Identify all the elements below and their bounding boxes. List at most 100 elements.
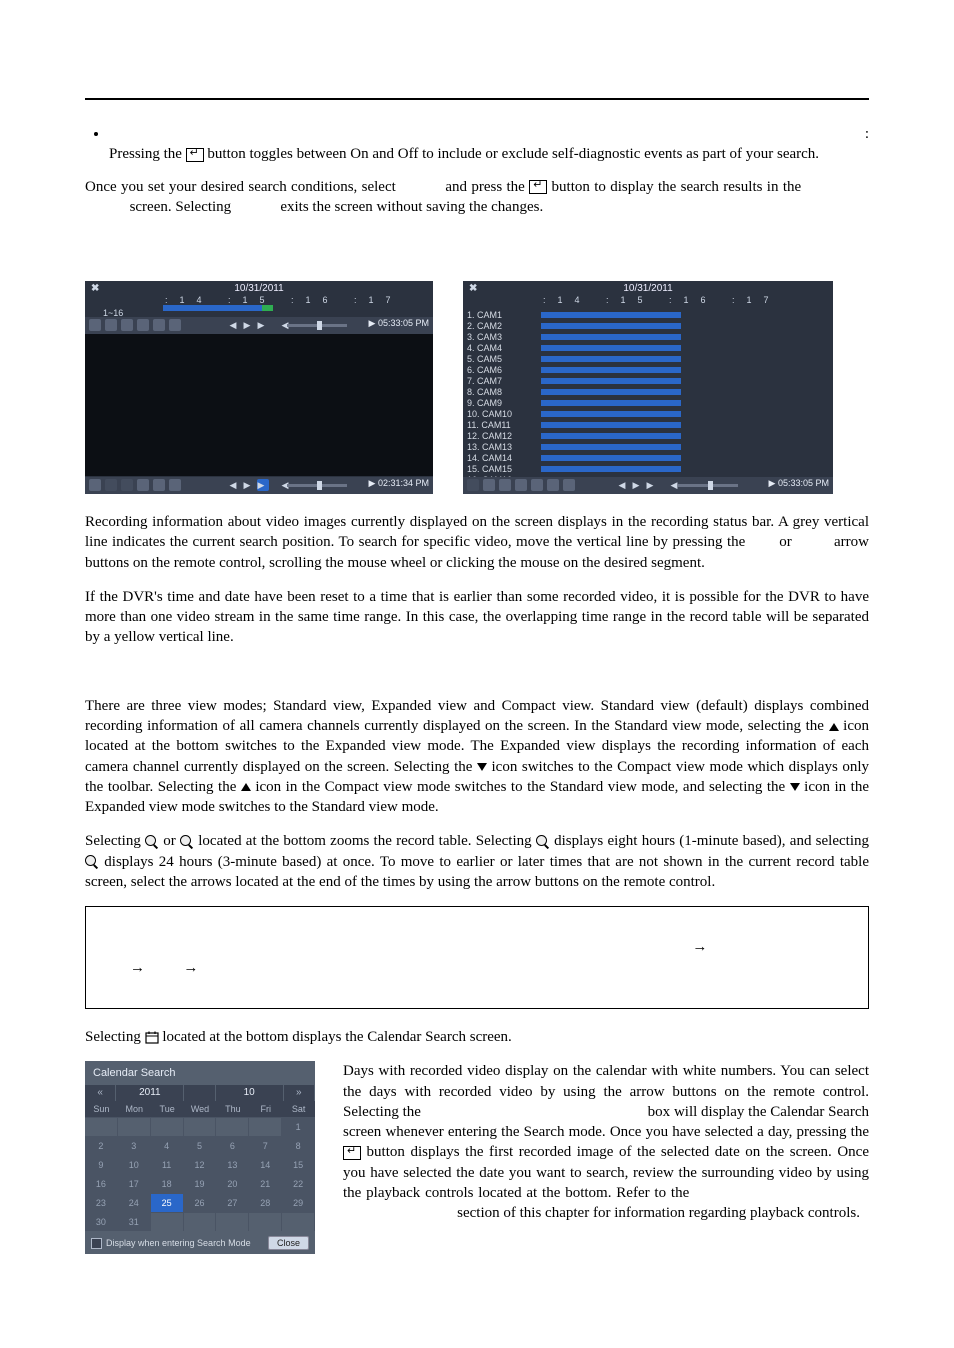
camera-record-bar[interactable] xyxy=(541,323,681,329)
camera-row[interactable]: 9. CAM9 xyxy=(463,397,833,408)
display-on-search-checkbox[interactable]: Display when entering Search Mode xyxy=(91,1238,251,1249)
collapse-up-icon[interactable] xyxy=(89,479,101,491)
camera-record-bar[interactable] xyxy=(541,422,681,428)
zoom-in-icon[interactable] xyxy=(499,479,511,491)
expand-down-icon[interactable] xyxy=(105,319,117,331)
camera-record-bar[interactable] xyxy=(541,411,681,417)
calendar-day[interactable]: 17 xyxy=(118,1174,151,1193)
calendar-day[interactable]: 28 xyxy=(249,1193,282,1212)
camera-row[interactable]: 4. CAM4 xyxy=(463,342,833,353)
calendar-prev-month[interactable] xyxy=(184,1085,215,1101)
calendar-year[interactable]: 2011 xyxy=(116,1085,184,1101)
calendar-day[interactable]: 22 xyxy=(282,1174,315,1193)
calendar-day[interactable]: 19 xyxy=(184,1174,217,1193)
calendar-day[interactable]: 8 xyxy=(282,1136,315,1155)
calendar-day[interactable]: 10 xyxy=(118,1155,151,1174)
collapse-up-icon[interactable] xyxy=(89,319,101,331)
calendar-day[interactable]: 7 xyxy=(249,1136,282,1155)
close-icon[interactable]: ✖ xyxy=(91,283,99,294)
camera-row[interactable]: 12. CAM12 xyxy=(463,430,833,441)
camera-record-bar[interactable] xyxy=(541,356,681,362)
rewind-icon[interactable]: ◀ xyxy=(228,479,238,491)
camera-row[interactable]: 6. CAM6 xyxy=(463,364,833,375)
calendar-day[interactable]: 30 xyxy=(85,1212,118,1231)
camera-row[interactable]: 7. CAM7 xyxy=(463,375,833,386)
calendar-day[interactable]: 5 xyxy=(184,1136,217,1155)
camera-record-bar[interactable] xyxy=(541,433,681,439)
play-icon[interactable]: ▶ xyxy=(631,479,641,491)
calendar-day[interactable]: 31 xyxy=(118,1212,151,1231)
star-icon[interactable] xyxy=(169,319,181,331)
speed-slider[interactable] xyxy=(287,324,347,327)
calendar-day[interactable]: 13 xyxy=(216,1155,249,1174)
step-icon[interactable]: ▶ xyxy=(256,319,266,331)
camera-record-bar[interactable] xyxy=(541,367,681,373)
camera-row[interactable]: 5. CAM5 xyxy=(463,353,833,364)
calendar-prev-year[interactable]: « xyxy=(85,1085,116,1101)
star-icon[interactable] xyxy=(563,479,575,491)
camera-row[interactable]: 11. CAM11 xyxy=(463,419,833,430)
calendar-day[interactable]: 15 xyxy=(282,1155,315,1174)
speed-slider[interactable] xyxy=(678,484,738,487)
camera-record-bar[interactable] xyxy=(541,400,681,406)
calendar-day[interactable]: 16 xyxy=(85,1174,118,1193)
calendar-day[interactable]: 12 xyxy=(184,1155,217,1174)
calendar-icon[interactable] xyxy=(531,479,543,491)
camera-record-bar[interactable] xyxy=(541,345,681,351)
zoom-in-icon[interactable] xyxy=(121,319,133,331)
camera-row[interactable]: 8. CAM8 xyxy=(463,386,833,397)
calendar-day[interactable]: 3 xyxy=(118,1136,151,1155)
calendar-day[interactable]: 2 xyxy=(85,1136,118,1155)
calendar-day[interactable]: 9 xyxy=(85,1155,118,1174)
camera-record-bar[interactable] xyxy=(541,334,681,340)
camera-row[interactable]: 15. CAM15 xyxy=(463,463,833,474)
calendar-icon[interactable] xyxy=(137,479,149,491)
checkbox-icon[interactable] xyxy=(91,1238,102,1249)
camera-row[interactable]: 1. CAM1 xyxy=(463,309,833,320)
calendar-day[interactable]: 26 xyxy=(184,1193,217,1212)
close-icon[interactable]: ✖ xyxy=(469,283,477,294)
zoom-out-icon[interactable] xyxy=(515,479,527,491)
calendar-close-button[interactable]: Close xyxy=(268,1236,309,1250)
calendar-icon[interactable] xyxy=(137,319,149,331)
calendar-day[interactable]: 4 xyxy=(151,1136,184,1155)
play-icon[interactable]: ▶ xyxy=(242,319,252,331)
calendar-day[interactable]: 27 xyxy=(216,1193,249,1212)
rewind-icon[interactable]: ◀ xyxy=(228,319,238,331)
camera-record-bar[interactable] xyxy=(541,444,681,450)
camera-record-bar[interactable] xyxy=(541,312,681,318)
speed-slider[interactable] xyxy=(287,484,347,487)
camera-row[interactable]: 13. CAM13 xyxy=(463,441,833,452)
calendar-day[interactable]: 23 xyxy=(85,1193,118,1212)
star-icon[interactable] xyxy=(169,479,181,491)
expand-down-icon[interactable] xyxy=(483,479,495,491)
camera-row[interactable]: 14. CAM14 xyxy=(463,452,833,463)
camera-row[interactable]: 3. CAM3 xyxy=(463,331,833,342)
calendar-day[interactable]: 20 xyxy=(216,1174,249,1193)
rewind-icon[interactable]: ◀ xyxy=(617,479,627,491)
camera-record-bar[interactable] xyxy=(541,378,681,384)
calendar-day[interactable]: 6 xyxy=(216,1136,249,1155)
calendar-day[interactable]: 18 xyxy=(151,1174,184,1193)
camera-record-bar[interactable] xyxy=(541,455,681,461)
calendar-day[interactable]: 29 xyxy=(282,1193,315,1212)
camera-row[interactable]: 10. CAM10 xyxy=(463,408,833,419)
calendar-day[interactable]: 21 xyxy=(249,1174,282,1193)
calendar-day[interactable]: 14 xyxy=(249,1155,282,1174)
bookmark-icon[interactable] xyxy=(153,479,165,491)
calendar-next-month[interactable]: » xyxy=(284,1085,315,1101)
record-bar[interactable] xyxy=(163,305,273,311)
calendar-day[interactable]: 1 xyxy=(282,1117,315,1136)
play-icon[interactable]: ▶ xyxy=(242,479,252,491)
camera-record-bar[interactable] xyxy=(541,466,681,472)
camera-record-bar[interactable] xyxy=(541,389,681,395)
bookmark-icon[interactable] xyxy=(153,319,165,331)
camera-row[interactable]: 2. CAM2 xyxy=(463,320,833,331)
bookmark-icon[interactable] xyxy=(547,479,559,491)
calendar-day[interactable]: 24 xyxy=(118,1193,151,1212)
calendar-day[interactable]: 25 xyxy=(151,1193,184,1212)
step-icon[interactable]: ▶ xyxy=(645,479,655,491)
step-icon[interactable]: ▶ xyxy=(256,479,266,491)
calendar-month[interactable]: 10 xyxy=(216,1085,284,1101)
calendar-day[interactable]: 11 xyxy=(151,1155,184,1174)
